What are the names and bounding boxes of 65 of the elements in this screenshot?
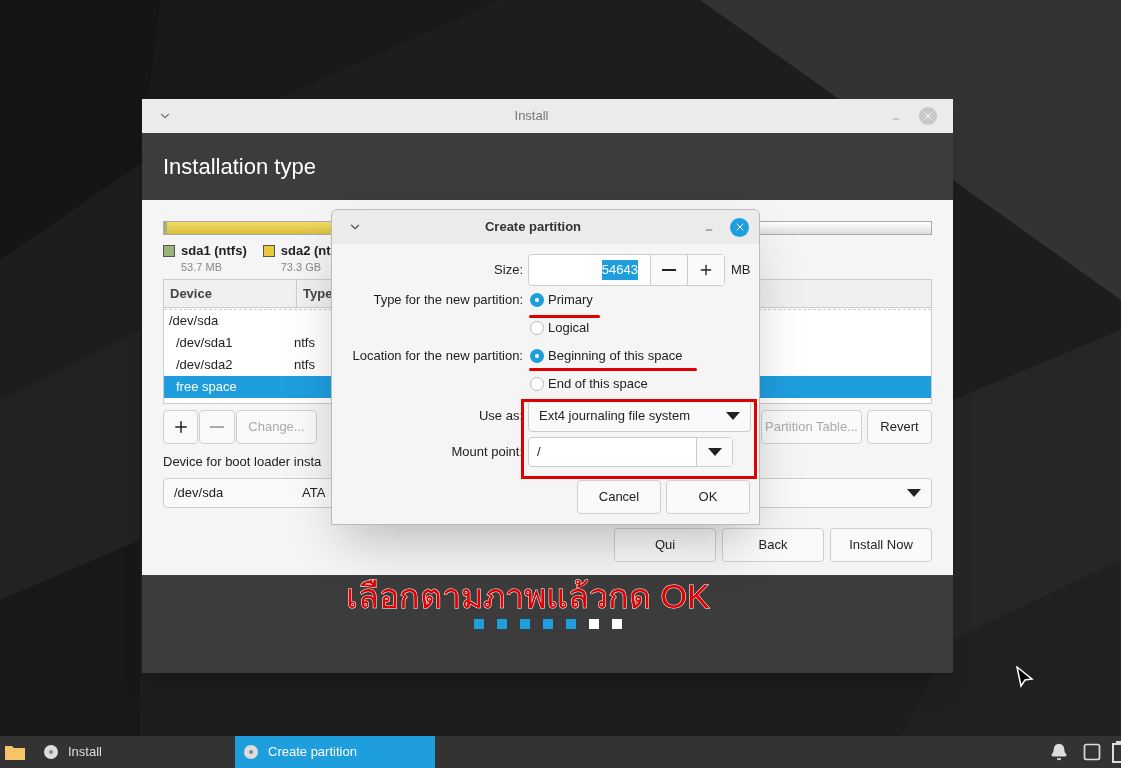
folder-icon[interactable] — [5, 744, 25, 760]
field-label: Location for the new partition: — [351, 347, 523, 365]
dialog-title: Create partition — [483, 218, 583, 237]
field-label: Type for the new partition: — [372, 291, 523, 309]
type-cell-text: ntfs — [293, 334, 315, 353]
taskbar-label: Install — [68, 743, 102, 762]
radio-label: Primary — [548, 291, 593, 310]
caret-icon — [907, 488, 921, 497]
dropdown-value: Ext4 journaling file system — [539, 407, 691, 426]
column-header[interactable]: Device — [164, 280, 297, 307]
disc-icon — [244, 745, 258, 759]
dialog-button[interactable]: OK — [666, 480, 750, 514]
notification-bell-icon[interactable] — [1050, 743, 1068, 761]
add-button[interactable] — [163, 410, 198, 444]
column-header[interactable]: Type — [297, 280, 333, 307]
legend-name: sda2 (nt — [280, 243, 331, 259]
radio-button[interactable] — [530, 349, 544, 363]
combo-value: / — [536, 443, 542, 462]
annotation-underline — [529, 315, 600, 318]
dropdown-value: /dev/sda — [174, 483, 225, 502]
minus-icon — [662, 269, 676, 271]
increment-button[interactable] — [688, 255, 724, 285]
decrement-button[interactable] — [651, 255, 688, 285]
revert-button[interactable]: Revert — [867, 410, 932, 444]
use-as-dropdown[interactable]: Ext4 journaling file system — [528, 400, 751, 432]
radio-label: Beginning of this space — [548, 347, 683, 366]
field-label: Mount point: — [450, 443, 523, 462]
size-value: 54643 — [601, 260, 638, 280]
radio-button[interactable] — [530, 293, 544, 307]
device-cell-text: free space — [175, 378, 238, 397]
taskbar-label: Create partition — [268, 743, 357, 762]
caret-icon — [707, 448, 722, 456]
annotation-text: เลือกตามภาพแล้วกด OK — [346, 578, 710, 614]
nav-button[interactable]: Install Now — [830, 527, 932, 562]
radio-label: End of this space — [548, 375, 648, 394]
taskbar-item[interactable]: Install — [35, 736, 235, 768]
dropdown-model: ATA — [302, 483, 326, 502]
page-heading: Installation type — [163, 153, 316, 181]
nav-button[interactable]: Qui — [614, 527, 716, 562]
radio-button[interactable] — [530, 321, 544, 335]
radio-label: Logical — [548, 319, 590, 338]
legend-name: sda1 (ntfs) — [181, 243, 247, 259]
device-cell-text: /dev/sda1 — [175, 334, 234, 353]
boot-loader-label: Device for boot loader insta — [163, 453, 322, 471]
mount-point-combo[interactable]: / — [528, 437, 733, 467]
device-cell-text: /dev/sda2 — [175, 356, 234, 375]
close-button[interactable] — [730, 217, 749, 237]
legend-size: 73.3 GB — [280, 260, 323, 275]
disc-icon — [44, 745, 58, 759]
type-cell-text: ntfs — [293, 356, 315, 375]
nav-button[interactable]: Back — [722, 527, 824, 562]
close-icon — [922, 110, 934, 122]
minus-icon — [210, 426, 224, 428]
field-label: Use as: — [477, 407, 523, 426]
plus-icon — [698, 262, 714, 278]
window-icon[interactable] — [1082, 742, 1102, 762]
mouse-cursor-icon — [1016, 666, 1034, 688]
field-label: Size: — [493, 261, 523, 280]
size-unit: MB — [731, 261, 751, 280]
battery-icon[interactable] — [1112, 741, 1121, 763]
legend-size: 53.7 MB — [181, 260, 223, 275]
dialog-button[interactable]: Cancel — [577, 480, 661, 514]
window-title: Install — [513, 107, 550, 126]
radio-button[interactable] — [530, 377, 544, 391]
caret-icon — [726, 412, 740, 420]
